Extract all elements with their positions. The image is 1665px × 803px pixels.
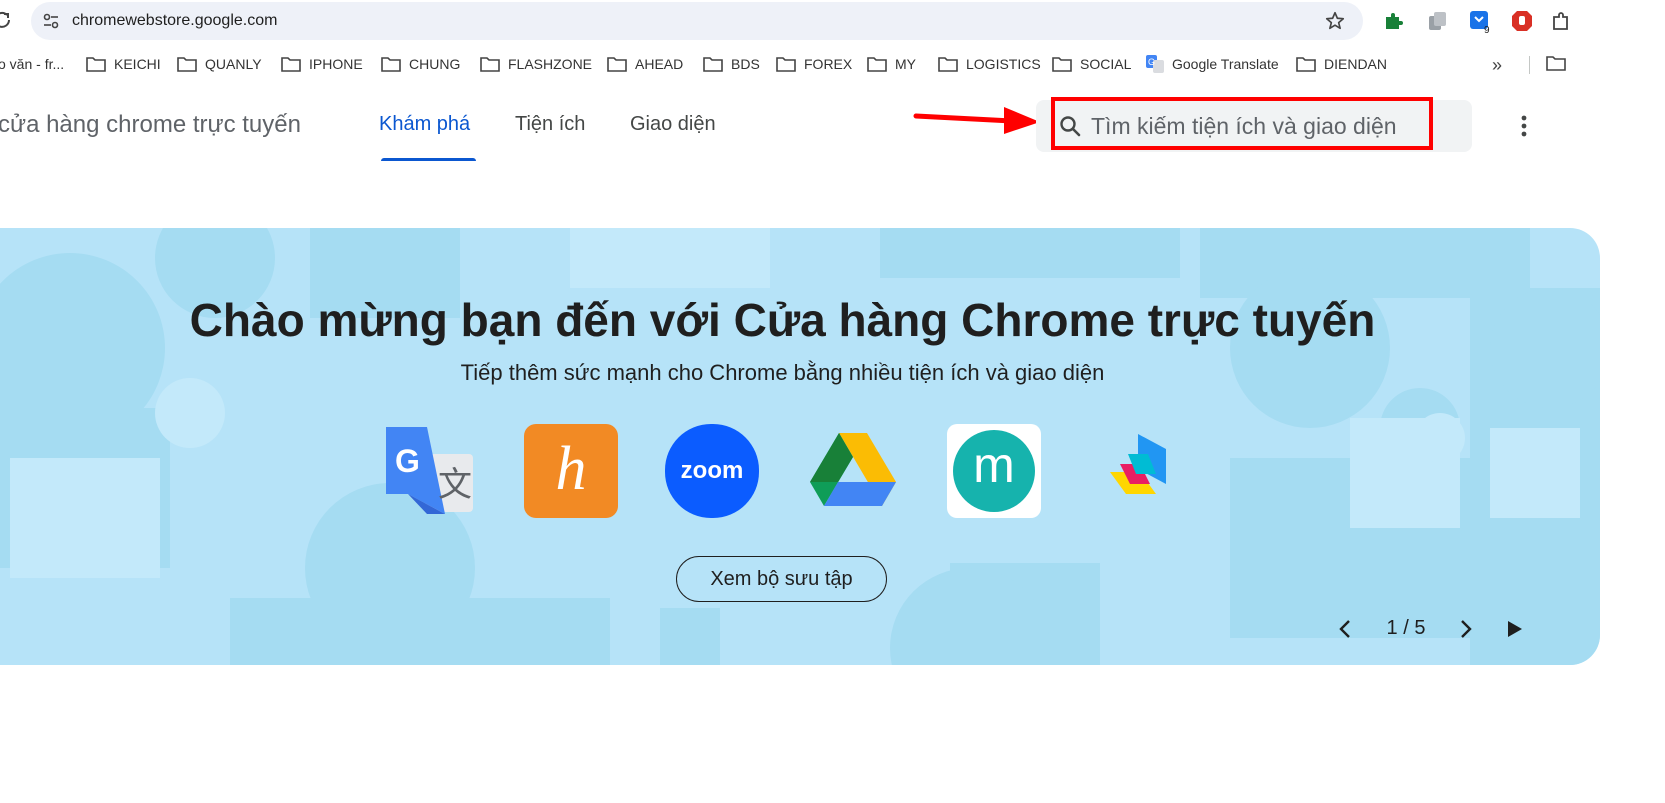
- bookmark-label: SOCIAL: [1080, 56, 1132, 72]
- tab-extensions[interactable]: Tiện ích: [515, 113, 585, 136]
- folder-icon: [86, 57, 106, 72]
- folder-icon[interactable]: [1546, 55, 1566, 71]
- bookmark-folder[interactable]: LOGISTICS: [938, 55, 1041, 73]
- bookmark-star-icon[interactable]: [1324, 10, 1346, 32]
- bookmark-folder[interactable]: QUANLY: [177, 55, 262, 73]
- puzzle-extension-icon[interactable]: [1382, 9, 1406, 33]
- google-translate-icon[interactable]: G 文: [383, 424, 477, 518]
- bookmark-folder[interactable]: IPHONE: [281, 55, 363, 73]
- folder-icon: [480, 57, 500, 72]
- folder-icon: [703, 57, 723, 72]
- folder-icon: [281, 57, 301, 72]
- bookmark-label: FOREX: [804, 56, 853, 72]
- bookmark-label: KEICHI: [114, 56, 161, 72]
- address-bar[interactable]: chromewebstore.google.com: [31, 2, 1363, 40]
- site-info-icon[interactable]: [41, 11, 61, 31]
- honey-icon[interactable]: h: [524, 424, 618, 518]
- bookmark-label: CHUNG: [409, 56, 461, 72]
- bookmark-folder[interactable]: KEICHI: [86, 55, 161, 73]
- mote-icon[interactable]: m: [947, 424, 1041, 518]
- chevron-right-icon[interactable]: [1452, 616, 1478, 642]
- svg-text:9: 9: [1484, 25, 1490, 33]
- bookmarks-overflow-button[interactable]: »: [1492, 55, 1502, 76]
- bookmark-folder[interactable]: MY: [867, 55, 916, 73]
- chevron-left-icon[interactable]: [1333, 616, 1359, 642]
- folder-icon: [867, 57, 887, 72]
- bookmark-folder[interactable]: SOCIAL: [1052, 55, 1131, 73]
- annotation-arrow: [913, 107, 1040, 134]
- bookmarks-divider: [1529, 56, 1530, 74]
- download-extension-icon[interactable]: 9: [1468, 9, 1492, 33]
- bookmarks-bar: o văn - fr... KEICHI QUANLY IPHONE CHUNG…: [0, 42, 1665, 86]
- bookmark-folder[interactable]: BDS: [703, 55, 760, 73]
- bookmark-folder[interactable]: DIENDAN: [1296, 55, 1387, 73]
- hero-subtitle: Tiếp thêm sức mạnh cho Chrome bằng nhiều…: [460, 360, 1105, 385]
- bookmark-label: BDS: [731, 56, 760, 72]
- bookmark-folder[interactable]: FOREX: [776, 55, 852, 73]
- folder-icon: [381, 57, 401, 72]
- bookmark-item[interactable]: o văn - fr...: [0, 55, 64, 73]
- hero-title: Chào mừng bạn đến với Cửa hàng Chrome tr…: [189, 294, 1376, 346]
- copy-extension-icon[interactable]: [1426, 9, 1450, 33]
- extensions-menu-icon[interactable]: [1550, 9, 1574, 33]
- folder-icon: [1296, 57, 1316, 72]
- stop-hand-extension-icon[interactable]: [1510, 9, 1534, 33]
- bookmark-label: Google Translate: [1172, 56, 1279, 72]
- svg-text:文: 文: [438, 465, 472, 505]
- bookmark-folder[interactable]: AHEAD: [607, 55, 683, 73]
- folder-icon: [1052, 57, 1072, 72]
- bookmark-label: QUANLY: [205, 56, 262, 72]
- stack-icon[interactable]: [1088, 424, 1182, 518]
- svg-text:G: G: [395, 443, 420, 479]
- tab-explore[interactable]: Khám phá: [379, 113, 470, 136]
- tab-themes[interactable]: Giao diện: [630, 113, 716, 136]
- bookmark-folder[interactable]: FLASHZONE: [480, 55, 592, 73]
- mote-letter: m: [973, 437, 1015, 493]
- bookmark-label: FLASHZONE: [508, 56, 593, 72]
- bookmark-google-translate[interactable]: G Google Translate: [1146, 55, 1279, 73]
- zoom-label: zoom: [680, 457, 744, 484]
- folder-icon: [938, 57, 958, 72]
- svg-text:G: G: [1148, 57, 1155, 67]
- bookmark-folder[interactable]: CHUNG: [381, 55, 460, 73]
- active-tab-indicator: [381, 158, 476, 161]
- view-collection-button[interactable]: Xem bộ sưu tập: [676, 556, 887, 602]
- bookmark-label: IPHONE: [309, 56, 363, 72]
- folder-icon: [607, 57, 627, 72]
- more-menu-icon[interactable]: [1513, 113, 1535, 139]
- bookmark-label: MY: [895, 56, 916, 72]
- honey-letter: h: [555, 435, 587, 503]
- google-drive-icon[interactable]: [806, 424, 900, 518]
- bookmark-label: o văn - fr...: [0, 56, 65, 72]
- zoom-icon[interactable]: zoom: [665, 424, 759, 518]
- bookmark-label: LOGISTICS: [966, 56, 1041, 72]
- carousel-page-indicator: 1 / 5: [1386, 617, 1426, 639]
- annotation-highlight-box: [1051, 97, 1433, 150]
- bookmark-label: DIENDAN: [1324, 56, 1388, 72]
- google-translate-icon: G: [1146, 55, 1164, 73]
- store-title[interactable]: cửa hàng chrome trực tuyến: [0, 111, 301, 139]
- bookmark-label: AHEAD: [635, 56, 684, 72]
- url-text[interactable]: chromewebstore.google.com: [72, 12, 277, 30]
- play-icon[interactable]: [1501, 616, 1527, 642]
- folder-icon: [177, 57, 197, 72]
- folder-icon: [776, 57, 796, 72]
- browser-toolbar: chromewebstore.google.com 9: [0, 0, 1665, 42]
- reload-icon[interactable]: [0, 10, 12, 30]
